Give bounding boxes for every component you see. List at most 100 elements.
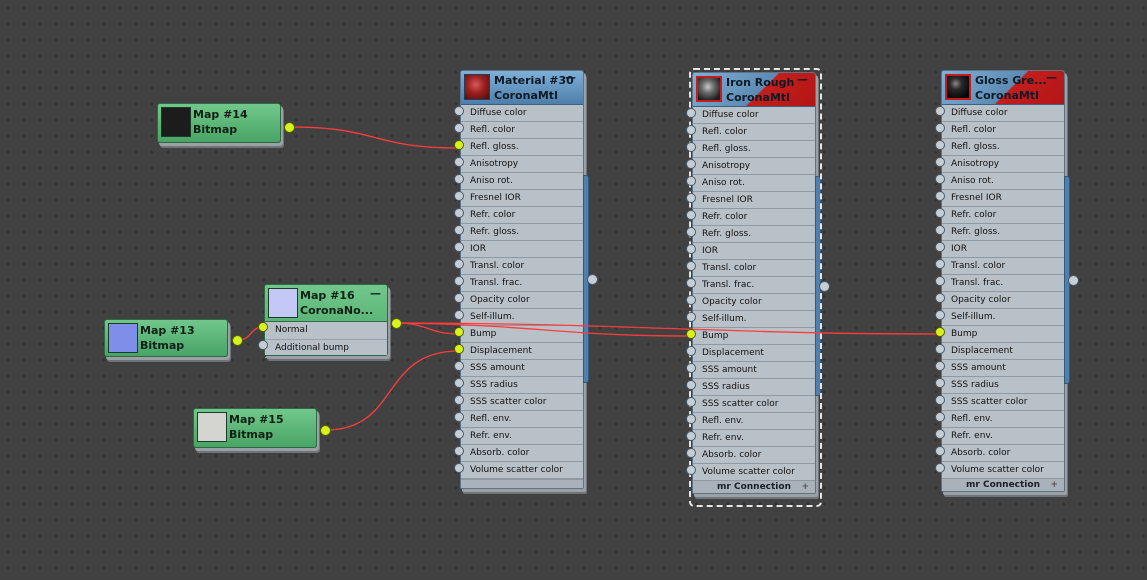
slot-sss-amount[interactable]: SSS amount: [942, 360, 1064, 377]
slot-refr-color[interactable]: Refr. color: [693, 209, 815, 226]
slot-self-illum[interactable]: Self-illum.: [693, 311, 815, 328]
input-socket[interactable]: [935, 310, 945, 320]
input-socket[interactable]: [686, 108, 696, 118]
input-socket[interactable]: [935, 327, 945, 337]
input-socket[interactable]: [454, 123, 464, 133]
input-socket[interactable]: [935, 208, 945, 218]
input-socket[interactable]: [454, 412, 464, 422]
slot-sss-amount[interactable]: SSS amount: [461, 360, 583, 377]
input-socket[interactable]: [935, 276, 945, 286]
input-socket[interactable]: [686, 414, 696, 424]
additional-bump-input-socket[interactable]: [258, 340, 268, 350]
expand-plus-icon[interactable]: +: [1050, 479, 1058, 491]
slot-refl-gloss[interactable]: Refl. gloss.: [942, 139, 1064, 156]
slot-transl-color[interactable]: Transl. color: [693, 260, 815, 277]
input-socket[interactable]: [454, 344, 464, 354]
slot-sss-scatter-color[interactable]: SSS scatter color: [942, 394, 1064, 411]
material-node-gloss[interactable]: Gloss Gre... CoronaMtl — Diffuse color Re…: [941, 70, 1065, 492]
input-socket[interactable]: [935, 225, 945, 235]
slot-ior[interactable]: IOR: [942, 241, 1064, 258]
slot-volume-scatter-color[interactable]: Volume scatter color: [942, 462, 1064, 479]
slot-refr-env[interactable]: Refr. env.: [693, 430, 815, 447]
input-socket[interactable]: [686, 363, 696, 373]
slot-absorb-color[interactable]: Absorb. color: [693, 447, 815, 464]
slot-bump[interactable]: Bump: [693, 328, 815, 345]
slot-transl-frac[interactable]: Transl. frac.: [942, 275, 1064, 292]
input-socket[interactable]: [935, 174, 945, 184]
map13-output-socket[interactable]: [232, 335, 243, 346]
input-socket[interactable]: [454, 378, 464, 388]
material-header[interactable]: Material #30 CoronaMtl —: [461, 71, 583, 105]
slot-fresnel-ior[interactable]: Fresnel IOR: [693, 192, 815, 209]
slot-refl-color[interactable]: Refl. color: [693, 124, 815, 141]
slot-self-illum[interactable]: Self-illum.: [942, 309, 1064, 326]
slot-aniso-rot[interactable]: Aniso rot.: [693, 175, 815, 192]
slot-displacement[interactable]: Displacement: [461, 343, 583, 360]
slot-refr-color[interactable]: Refr. color: [461, 207, 583, 224]
input-socket[interactable]: [454, 242, 464, 252]
input-socket[interactable]: [686, 465, 696, 475]
slot-opacity-color[interactable]: Opacity color: [461, 292, 583, 309]
slot-transl-frac[interactable]: Transl. frac.: [461, 275, 583, 292]
slot-absorb-color[interactable]: Absorb. color: [942, 445, 1064, 462]
input-socket[interactable]: [454, 191, 464, 201]
slot-absorb-color[interactable]: Absorb. color: [461, 445, 583, 462]
slot-refl-env[interactable]: Refl. env.: [693, 413, 815, 430]
slot-refl-gloss[interactable]: Refl. gloss.: [461, 139, 583, 156]
input-socket[interactable]: [935, 361, 945, 371]
input-socket[interactable]: [935, 140, 945, 150]
slot-anisotropy[interactable]: Anisotropy: [461, 156, 583, 173]
input-socket[interactable]: [686, 125, 696, 135]
slot-displacement[interactable]: Displacement: [693, 345, 815, 362]
map15-output-socket[interactable]: [320, 425, 331, 436]
input-socket[interactable]: [454, 225, 464, 235]
input-socket[interactable]: [454, 293, 464, 303]
input-socket[interactable]: [454, 259, 464, 269]
slot-transl-frac[interactable]: Transl. frac.: [693, 277, 815, 294]
collapse-button[interactable]: —: [1046, 71, 1057, 84]
input-socket[interactable]: [686, 227, 696, 237]
input-socket[interactable]: [935, 259, 945, 269]
material-output-socket[interactable]: [587, 274, 598, 285]
input-socket[interactable]: [454, 157, 464, 167]
slot-diffuse-color[interactable]: Diffuse color: [942, 105, 1064, 122]
slot-additional-bump[interactable]: Additional bump: [265, 340, 387, 358]
input-socket[interactable]: [686, 431, 696, 441]
mr-connection-rollout[interactable]: mr Connection +: [942, 479, 1064, 491]
material-header[interactable]: Gloss Gre... CoronaMtl —: [942, 71, 1064, 105]
slot-ior[interactable]: IOR: [693, 243, 815, 260]
mr-connection-rollout[interactable]: mr Connection +: [693, 481, 815, 493]
map16-output-socket[interactable]: [391, 318, 402, 329]
input-socket[interactable]: [935, 191, 945, 201]
material-header[interactable]: Iron Rough CoronaMtl —: [693, 73, 815, 107]
slot-displacement[interactable]: Displacement: [942, 343, 1064, 360]
slot-sss-scatter-color[interactable]: SSS scatter color: [461, 394, 583, 411]
input-socket[interactable]: [935, 463, 945, 473]
slot-opacity-color[interactable]: Opacity color: [693, 294, 815, 311]
input-socket[interactable]: [686, 312, 696, 322]
slot-volume-scatter-color[interactable]: Volume scatter color: [461, 462, 583, 479]
collapse-button[interactable]: —: [370, 287, 381, 300]
slot-aniso-rot[interactable]: Aniso rot.: [461, 173, 583, 190]
input-socket[interactable]: [935, 344, 945, 354]
input-socket[interactable]: [686, 176, 696, 186]
slot-sss-amount[interactable]: SSS amount: [693, 362, 815, 379]
material-node-mat30[interactable]: Material #30 CoronaMtl — Diffuse color Re…: [460, 70, 584, 489]
bitmap-node-map14[interactable]: Map #14 Bitmap: [157, 103, 281, 143]
material-output-socket[interactable]: [819, 281, 830, 292]
input-socket[interactable]: [454, 395, 464, 405]
expand-plus-icon[interactable]: +: [801, 481, 809, 493]
slot-refl-env[interactable]: Refl. env.: [461, 411, 583, 428]
slot-opacity-color[interactable]: Opacity color: [942, 292, 1064, 309]
normal-input-socket[interactable]: [258, 322, 268, 332]
slot-refr-env[interactable]: Refr. env.: [942, 428, 1064, 445]
collapse-button[interactable]: —: [565, 71, 576, 84]
input-socket[interactable]: [686, 329, 696, 339]
input-socket[interactable]: [686, 244, 696, 254]
input-socket[interactable]: [686, 346, 696, 356]
slot-self-illum[interactable]: Self-illum.: [461, 309, 583, 326]
slot-anisotropy[interactable]: Anisotropy: [942, 156, 1064, 173]
input-socket[interactable]: [686, 448, 696, 458]
input-socket[interactable]: [686, 210, 696, 220]
input-socket[interactable]: [935, 395, 945, 405]
